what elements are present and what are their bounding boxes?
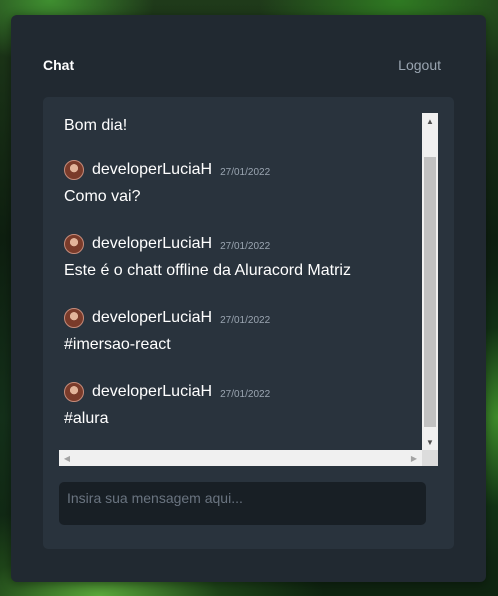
avatar — [64, 160, 84, 180]
message-username: developerLuciaH — [92, 235, 213, 252]
vertical-scrollbar[interactable]: ▲ ▼ — [422, 113, 438, 450]
list-item: developerLuciaH 27/01/2022 Este é o chat… — [64, 233, 414, 280]
scroll-up-icon[interactable]: ▲ — [422, 113, 438, 129]
message-date: 27/01/2022 — [220, 240, 271, 252]
message-text: #alura — [64, 410, 109, 427]
message-header: developerLuciaH 27/01/2022 — [64, 233, 414, 255]
chat-header: Chat Logout — [43, 55, 441, 75]
list-item: developerLuciaH 27/01/2022 Como vai? — [64, 159, 414, 206]
horizontal-scrollbar[interactable]: ◀ ▶ — [59, 450, 422, 466]
message-username: developerLuciaH — [92, 161, 213, 178]
message-text: Este é o chatt offline da Aluracord Matr… — [64, 262, 351, 279]
avatar — [64, 308, 84, 328]
message-username: developerLuciaH — [92, 309, 213, 326]
message-list[interactable]: Bom dia! developerLuciaH 27/01/2022 Como… — [59, 113, 422, 450]
scroll-right-icon[interactable]: ▶ — [406, 450, 422, 466]
message-text: Como vai? — [64, 188, 141, 205]
message-header: developerLuciaH 27/01/2022 — [64, 307, 414, 329]
scroll-down-icon[interactable]: ▼ — [422, 434, 438, 450]
message-input[interactable] — [59, 482, 426, 525]
scrollbar-corner — [422, 450, 438, 466]
list-item: developerLuciaH 27/01/2022 #alura — [64, 381, 414, 428]
message-username: developerLuciaH — [92, 383, 213, 400]
message-text: Bom dia! — [64, 117, 128, 134]
page-title: Chat — [43, 57, 75, 73]
message-date: 27/01/2022 — [220, 314, 271, 326]
message-text: #imersao-react — [64, 336, 171, 353]
message-date: 27/01/2022 — [220, 166, 271, 178]
message-header: developerLuciaH 27/01/2022 — [64, 159, 414, 181]
avatar — [64, 382, 84, 402]
logout-button[interactable]: Logout — [398, 57, 441, 73]
chat-panel: Bom dia! developerLuciaH 27/01/2022 Como… — [43, 97, 454, 549]
message-header: developerLuciaH 27/01/2022 — [64, 381, 414, 403]
list-item: developerLuciaH 27/01/2022 #imersao-reac… — [64, 307, 414, 354]
avatar — [64, 234, 84, 254]
scroll-left-icon[interactable]: ◀ — [59, 450, 75, 466]
message-list-box: Bom dia! developerLuciaH 27/01/2022 Como… — [59, 113, 438, 466]
message-date: 27/01/2022 — [220, 388, 271, 400]
scrollbar-thumb[interactable] — [424, 157, 436, 427]
chat-container: Chat Logout Bom dia! developerLuciaH 27/… — [11, 15, 486, 582]
